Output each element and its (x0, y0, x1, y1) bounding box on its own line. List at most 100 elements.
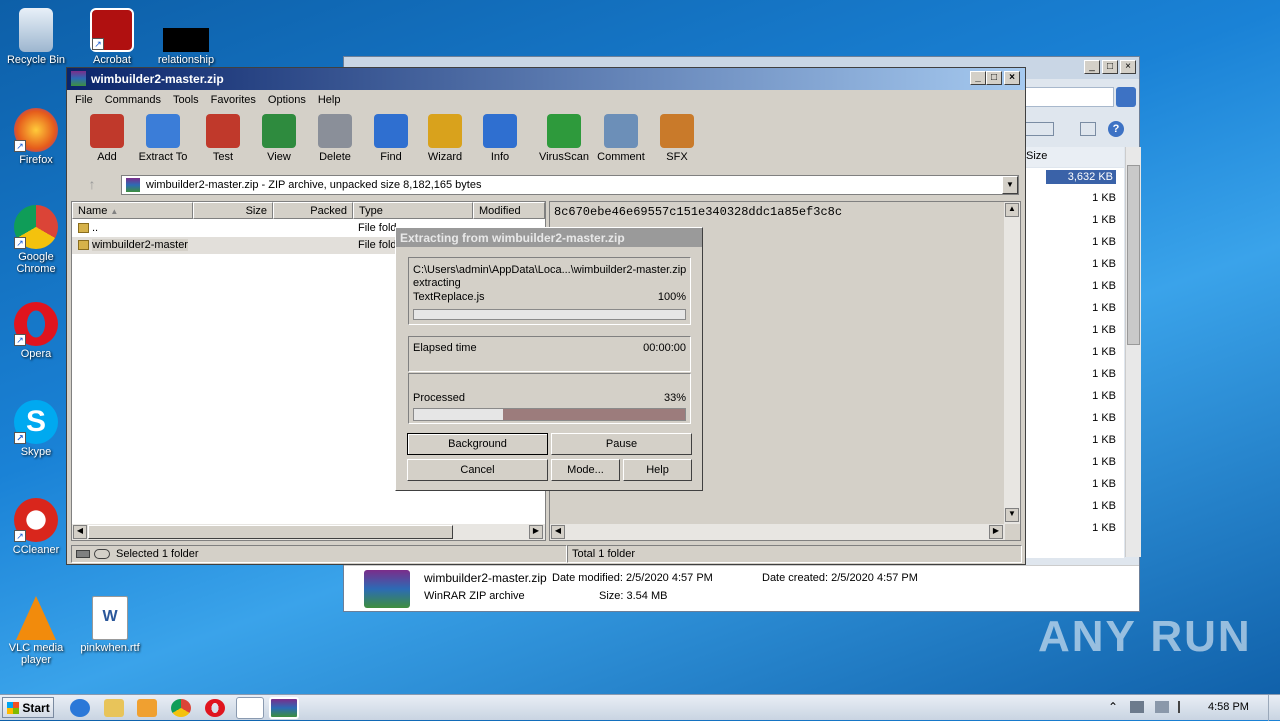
background-button[interactable]: Background (407, 433, 548, 455)
toolbar-delete-button[interactable]: Delete (307, 114, 363, 163)
action-center-flag-icon[interactable] (1178, 701, 1190, 713)
desktop-icon-pinkwhen[interactable]: W pinkwhen.rtf (74, 596, 146, 654)
scroll-thumb[interactable] (1127, 165, 1140, 345)
scroll-thumb[interactable] (88, 525, 453, 539)
file-size-cell[interactable]: 1 KB (1056, 456, 1116, 468)
preview-pane-icon[interactable] (1080, 122, 1096, 136)
toolbar-test-button[interactable]: Test (195, 114, 251, 163)
toolbar-find-button[interactable]: Find (363, 114, 419, 163)
file-size-cell[interactable]: 3,632 KB (1046, 170, 1116, 184)
scroll-right-icon[interactable]: ▶ (529, 525, 543, 539)
column-type[interactable]: Type (353, 202, 473, 219)
file-explorer-icon[interactable] (104, 699, 124, 717)
minimize-button[interactable]: _ (1084, 60, 1100, 74)
comment-hscrollbar[interactable]: ◀ ▶ (550, 524, 1005, 540)
scroll-down-icon[interactable]: ▼ (1005, 508, 1019, 522)
desktop-icon-ccleaner[interactable]: ↗ CCleaner (0, 498, 72, 556)
winrar-taskbar-icon[interactable] (269, 697, 299, 719)
help-button[interactable]: Help (623, 459, 692, 481)
extract-progress-dialog[interactable]: Extracting from wimbuilder2-master.zip C… (395, 227, 703, 491)
cancel-button[interactable]: Cancel (407, 459, 548, 481)
toolbar-view-button[interactable]: View (251, 114, 307, 163)
file-size-cell[interactable]: 1 KB (1056, 368, 1116, 380)
file-size-cell[interactable]: 1 KB (1056, 302, 1116, 314)
size-list: 3,632 KB 1 KB 1 KB 1 KB 1 KB 1 KB 1 KB 1 KB 1 KB… (1024, 168, 1124, 558)
toolbar-sfx-button[interactable]: SFX (649, 114, 705, 163)
up-arrow-icon[interactable]: ↑ (77, 176, 107, 194)
menu-favorites[interactable]: Favorites (205, 90, 262, 106)
menu-tools[interactable]: Tools (167, 90, 205, 106)
chevron-down-icon[interactable]: ▼ (1002, 176, 1018, 194)
minimize-button[interactable]: _ (970, 71, 986, 85)
file-size-cell[interactable]: 1 KB (1056, 258, 1116, 270)
maximize-button[interactable]: □ (986, 71, 1002, 85)
file-size-cell[interactable]: 1 KB (1056, 346, 1116, 358)
clock[interactable]: 4:58 PM (1208, 701, 1249, 713)
opera-taskbar-icon[interactable] (205, 699, 225, 717)
toolbar-comment-button[interactable]: Comment (593, 114, 649, 163)
desktop-icon-acrobat[interactable]: ↗ Acrobat (76, 8, 148, 66)
search-icon[interactable] (1116, 87, 1136, 107)
toolbar-extract-to-button[interactable]: Extract To (135, 114, 191, 163)
desktop-icon-opera[interactable]: ↗ Opera (0, 302, 72, 360)
desktop-icon-skype[interactable]: S ↗ Skype (0, 400, 72, 458)
network-icon[interactable] (1130, 701, 1144, 713)
toolbar-add-button[interactable]: Add (79, 114, 135, 163)
column-modified[interactable]: Modified (473, 202, 545, 219)
toolbar-wizard-button[interactable]: Wizard (417, 114, 473, 163)
view-options-icon[interactable] (1024, 122, 1054, 136)
menu-options[interactable]: Options (262, 90, 312, 106)
explorer-search-box[interactable] (1020, 87, 1114, 107)
menu-file[interactable]: File (69, 90, 99, 106)
desktop-icon-chrome[interactable]: ↗ Google Chrome (0, 205, 72, 275)
media-player-icon[interactable] (137, 699, 157, 717)
scroll-left-icon[interactable]: ◀ (73, 525, 87, 539)
explorer-scrollbar[interactable] (1125, 147, 1141, 557)
column-size[interactable]: Size (193, 202, 273, 219)
column-packed[interactable]: Packed (273, 202, 353, 219)
file-size-cell[interactable]: 1 KB (1056, 412, 1116, 424)
vertical-scrollbar[interactable]: ▲ ▼ (1004, 202, 1020, 524)
scroll-left-icon[interactable]: ◀ (551, 525, 565, 539)
internet-explorer-icon[interactable] (70, 699, 90, 717)
desktop-icon-recycle-bin[interactable]: Recycle Bin (0, 8, 72, 66)
help-icon[interactable]: ? (1108, 121, 1124, 137)
find-magnifier-icon (374, 114, 408, 148)
file-size-cell[interactable]: 1 KB (1056, 434, 1116, 446)
file-size-cell[interactable]: 1 KB (1056, 214, 1116, 226)
scroll-right-icon[interactable]: ▶ (989, 525, 1003, 539)
file-size-cell[interactable]: 1 KB (1056, 280, 1116, 292)
column-name[interactable]: Name ▲ (72, 202, 193, 219)
file-size-cell[interactable]: 1 KB (1056, 522, 1116, 534)
toolbar-virusscan-button[interactable]: VirusScan (536, 114, 592, 163)
horizontal-scrollbar[interactable]: ◀ ▶ (72, 524, 545, 540)
winrar-titlebar[interactable]: wimbuilder2-master.zip _ □ × (67, 68, 1025, 90)
menu-commands[interactable]: Commands (99, 90, 167, 106)
dialog-title[interactable]: Extracting from wimbuilder2-master.zip (396, 228, 702, 247)
menu-help[interactable]: Help (312, 90, 347, 106)
toolbar-info-button[interactable]: Info (472, 114, 528, 163)
file-size-cell[interactable]: 1 KB (1056, 500, 1116, 512)
volume-icon[interactable] (1155, 701, 1169, 713)
file-size-cell[interactable]: 1 KB (1056, 478, 1116, 490)
file-size-cell[interactable]: 1 KB (1056, 390, 1116, 402)
desktop-icon-firefox[interactable]: ↗ Firefox (0, 108, 72, 166)
file-size-cell[interactable]: 1 KB (1056, 236, 1116, 248)
start-button[interactable]: Start (2, 697, 54, 718)
maximize-button[interactable]: □ (1102, 60, 1118, 74)
show-desktop-button[interactable] (1268, 695, 1280, 721)
pause-button[interactable]: Pause (551, 433, 692, 455)
desktop-icon-relationship[interactable]: relationship (150, 8, 222, 66)
size-column-header[interactable]: Size (1024, 147, 1124, 167)
scroll-up-icon[interactable]: ▲ (1005, 203, 1019, 217)
notepad-taskbar-icon[interactable] (236, 697, 264, 719)
close-button[interactable]: × (1120, 60, 1136, 74)
chrome-taskbar-icon[interactable] (171, 699, 191, 717)
archive-path-bar[interactable]: wimbuilder2-master.zip - ZIP archive, un… (121, 175, 1019, 195)
mode-button[interactable]: Mode... (551, 459, 620, 481)
show-hidden-icons-icon[interactable]: ⌃ (1108, 700, 1118, 714)
close-button[interactable]: × (1004, 71, 1020, 85)
file-size-cell[interactable]: 1 KB (1056, 324, 1116, 336)
file-size-cell[interactable]: 1 KB (1056, 192, 1116, 204)
desktop-icon-vlc[interactable]: VLC media player (0, 596, 72, 666)
